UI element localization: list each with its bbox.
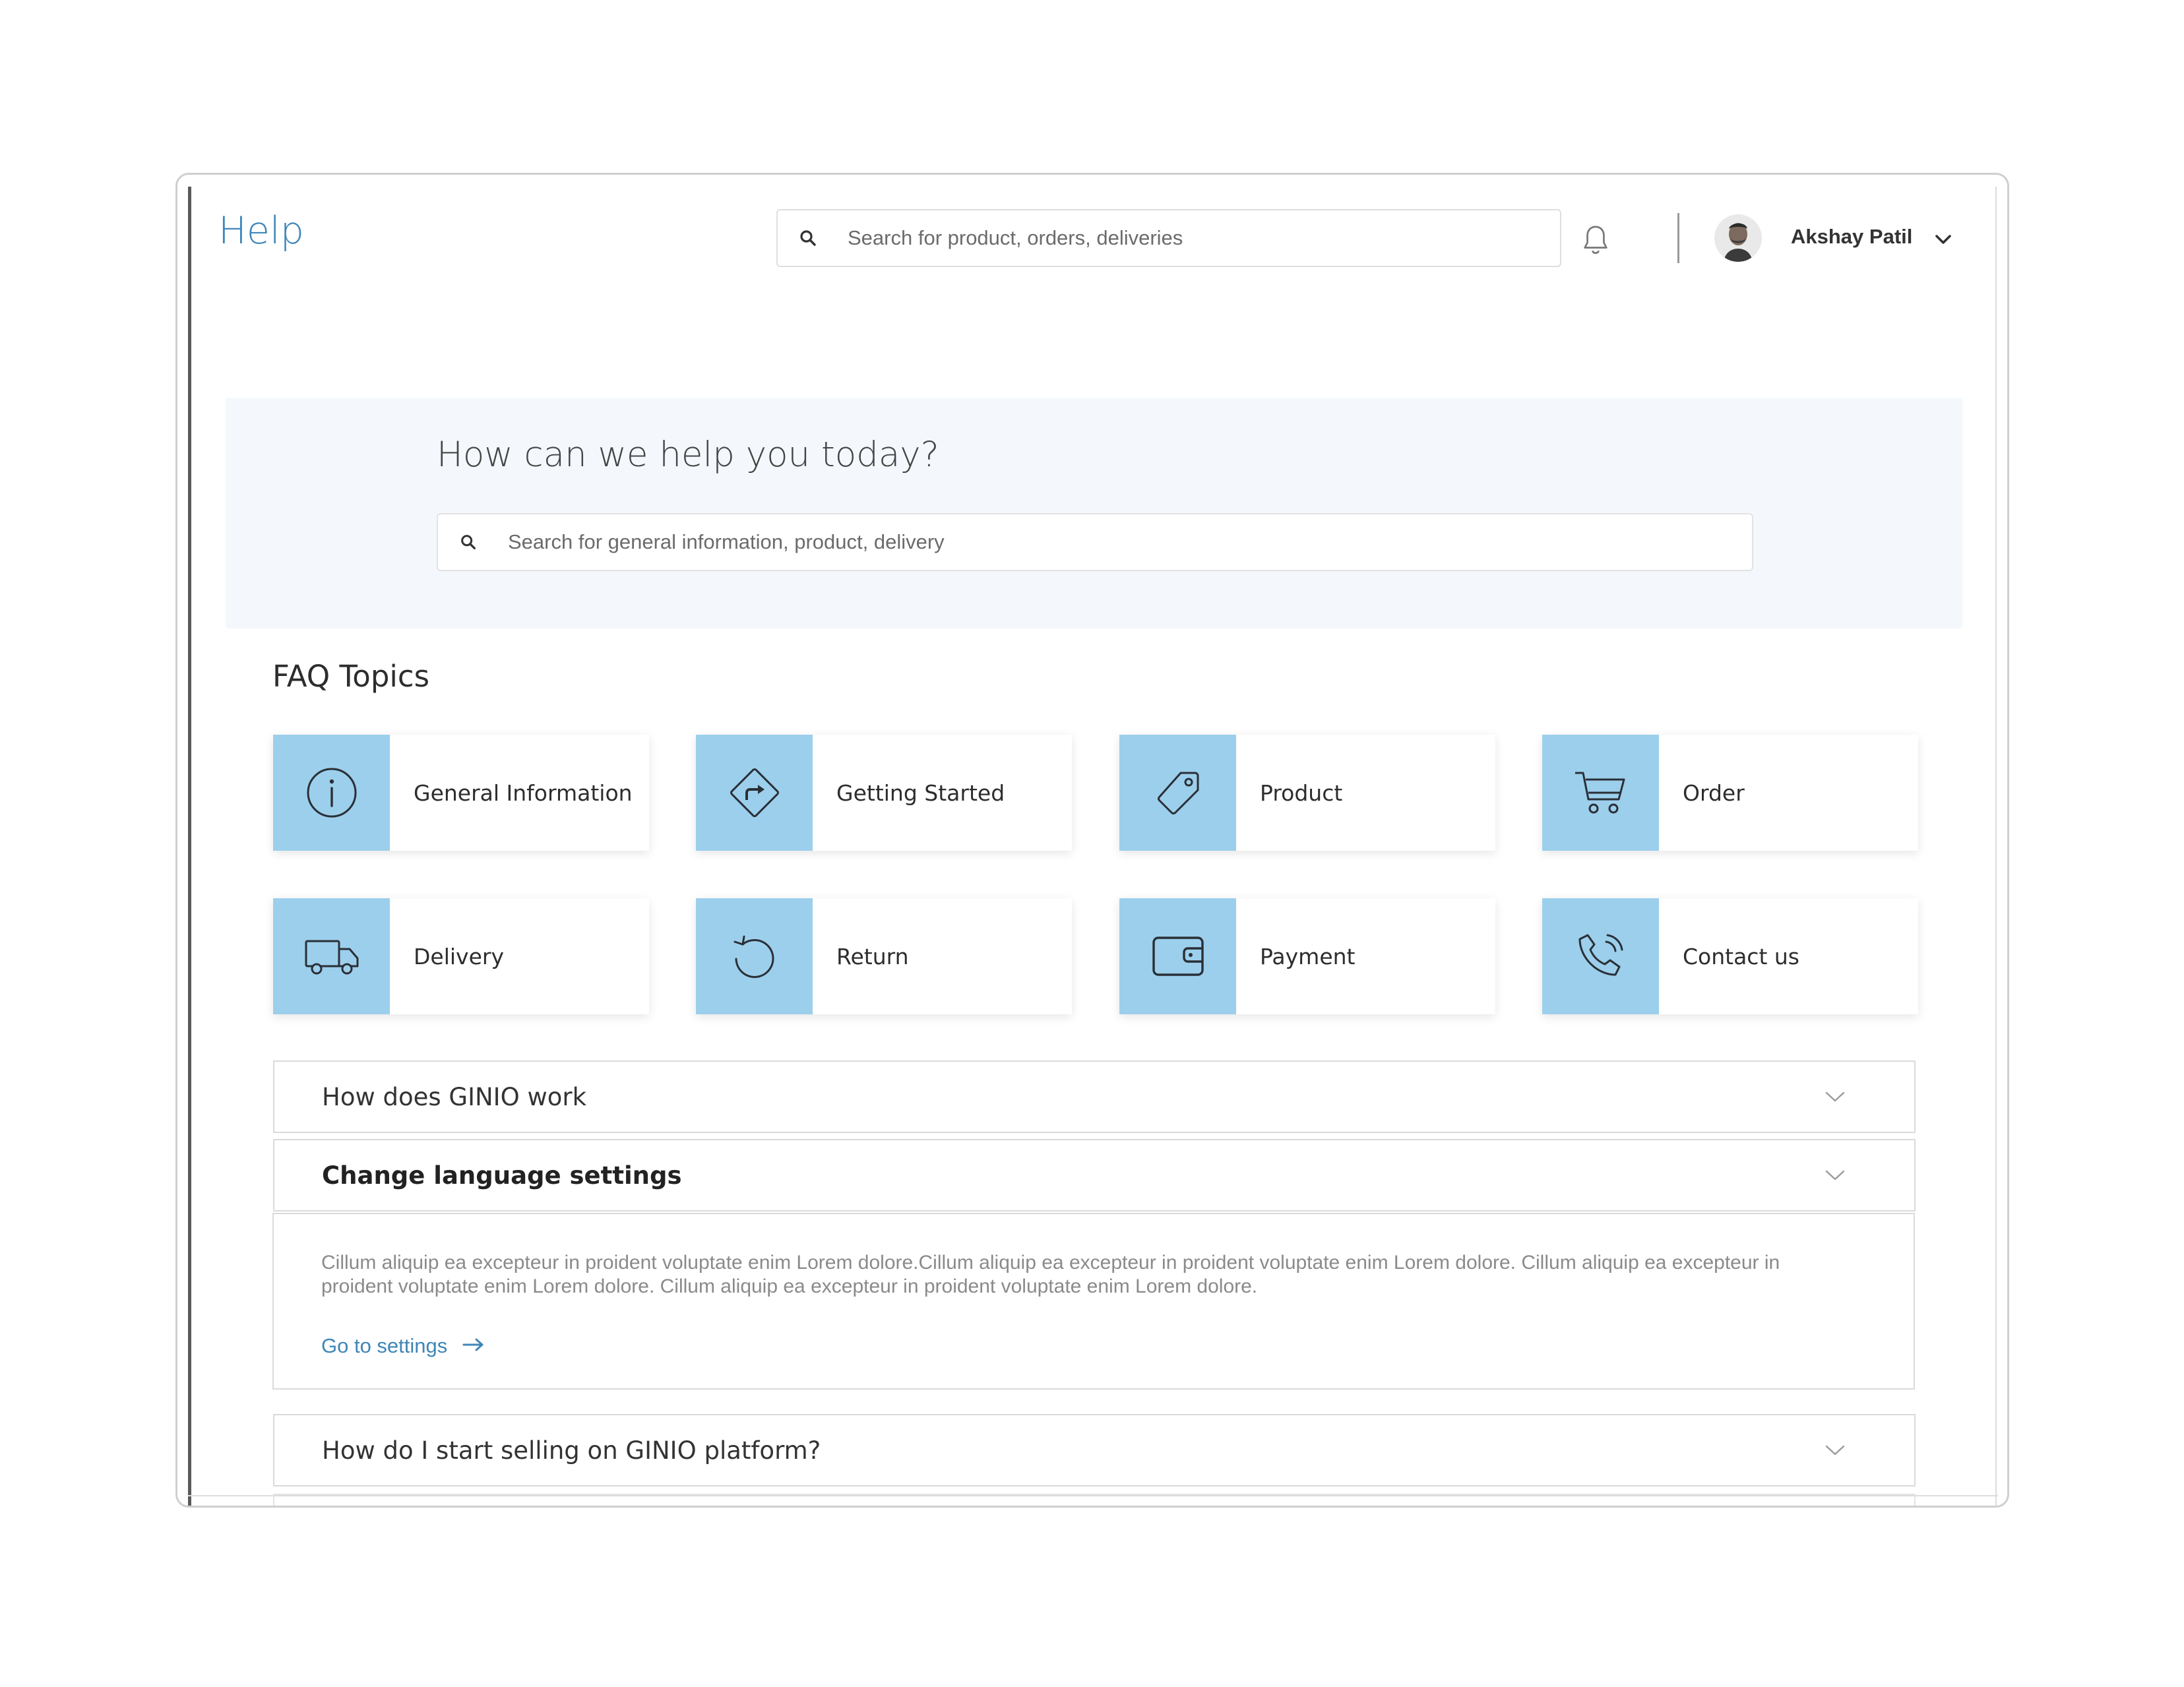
search-icon (778, 210, 838, 266)
window-left-edge (188, 187, 191, 1506)
bell-icon[interactable] (1573, 217, 1619, 263)
hero-title: How can we help you today? (437, 435, 939, 475)
user-name[interactable]: Akshay Patil (1791, 225, 1912, 249)
page-title: Help (218, 209, 304, 253)
cart-icon (1542, 735, 1659, 851)
accordion-question: How do I start selling on GINIO platform… (322, 1436, 821, 1465)
chevron-down-icon[interactable] (1815, 1077, 1855, 1117)
faq-topics-heading: FAQ Topics (272, 659, 430, 694)
topic-label: Product (1260, 780, 1343, 806)
hero-section: How can we help you today? (226, 398, 1962, 629)
topic-card-return[interactable]: Return (696, 898, 1072, 1014)
window-right-edge (1995, 187, 1997, 1506)
truck-icon (273, 898, 390, 1014)
return-icon (696, 898, 813, 1014)
accordion-question: Change language settings (322, 1161, 682, 1190)
topic-card-order[interactable]: Order (1542, 735, 1918, 851)
topic-card-payment[interactable]: Payment (1119, 898, 1495, 1014)
topic-label: Return (836, 943, 909, 969)
hero-search-bar[interactable] (437, 513, 1753, 571)
header-divider (1677, 213, 1679, 263)
topic-card-delivery[interactable]: Delivery (273, 898, 649, 1014)
header-search-input[interactable] (838, 210, 1560, 266)
tag-icon (1119, 735, 1236, 851)
faq-accordion-item[interactable]: How do I start selling on GINIO platform… (273, 1414, 1916, 1487)
topic-card-general-information[interactable]: General Information (273, 735, 649, 851)
topic-label: Payment (1260, 943, 1356, 969)
topic-label: Getting Started (836, 780, 1005, 806)
accordion-question: How does GINIO work (322, 1082, 587, 1111)
arrow-right-icon (462, 1334, 485, 1358)
hero-search-input[interactable] (499, 514, 1752, 570)
topic-label: Order (1683, 780, 1745, 806)
search-icon (438, 514, 499, 570)
avatar[interactable] (1714, 214, 1762, 262)
topic-card-getting-started[interactable]: Getting Started (696, 735, 1072, 851)
faq-accordion-item[interactable]: How does GINIO work (273, 1060, 1916, 1133)
direction-sign-icon (696, 735, 813, 851)
go-to-settings-link[interactable]: Go to settings (321, 1334, 485, 1358)
topic-card-product[interactable]: Product (1119, 735, 1495, 851)
topic-label: Delivery (414, 943, 504, 969)
info-icon (273, 735, 390, 851)
topic-label: Contact us (1683, 943, 1799, 969)
faq-accordion-item-partial[interactable] (273, 1494, 1916, 1506)
accordion-answer-panel: Cillum aliquip ea excepteur in proident … (272, 1213, 1915, 1390)
header-search-bar[interactable] (776, 209, 1561, 267)
app-window: Help Akshay Patil How can we help you to… (175, 173, 2009, 1508)
faq-accordion-item-expanded[interactable]: Change language settings (273, 1139, 1916, 1212)
phone-icon (1542, 898, 1659, 1014)
topic-card-contact-us[interactable]: Contact us (1542, 898, 1918, 1014)
accordion-answer-text: Cillum aliquip ea excepteur in proident … (321, 1252, 1780, 1297)
chevron-down-icon[interactable] (1815, 1430, 1855, 1470)
chevron-down-icon[interactable] (1815, 1155, 1855, 1195)
chevron-down-icon[interactable] (1929, 225, 1958, 254)
topic-label: General Information (414, 780, 633, 806)
go-to-settings-label: Go to settings (321, 1334, 448, 1357)
wallet-icon (1119, 898, 1236, 1014)
